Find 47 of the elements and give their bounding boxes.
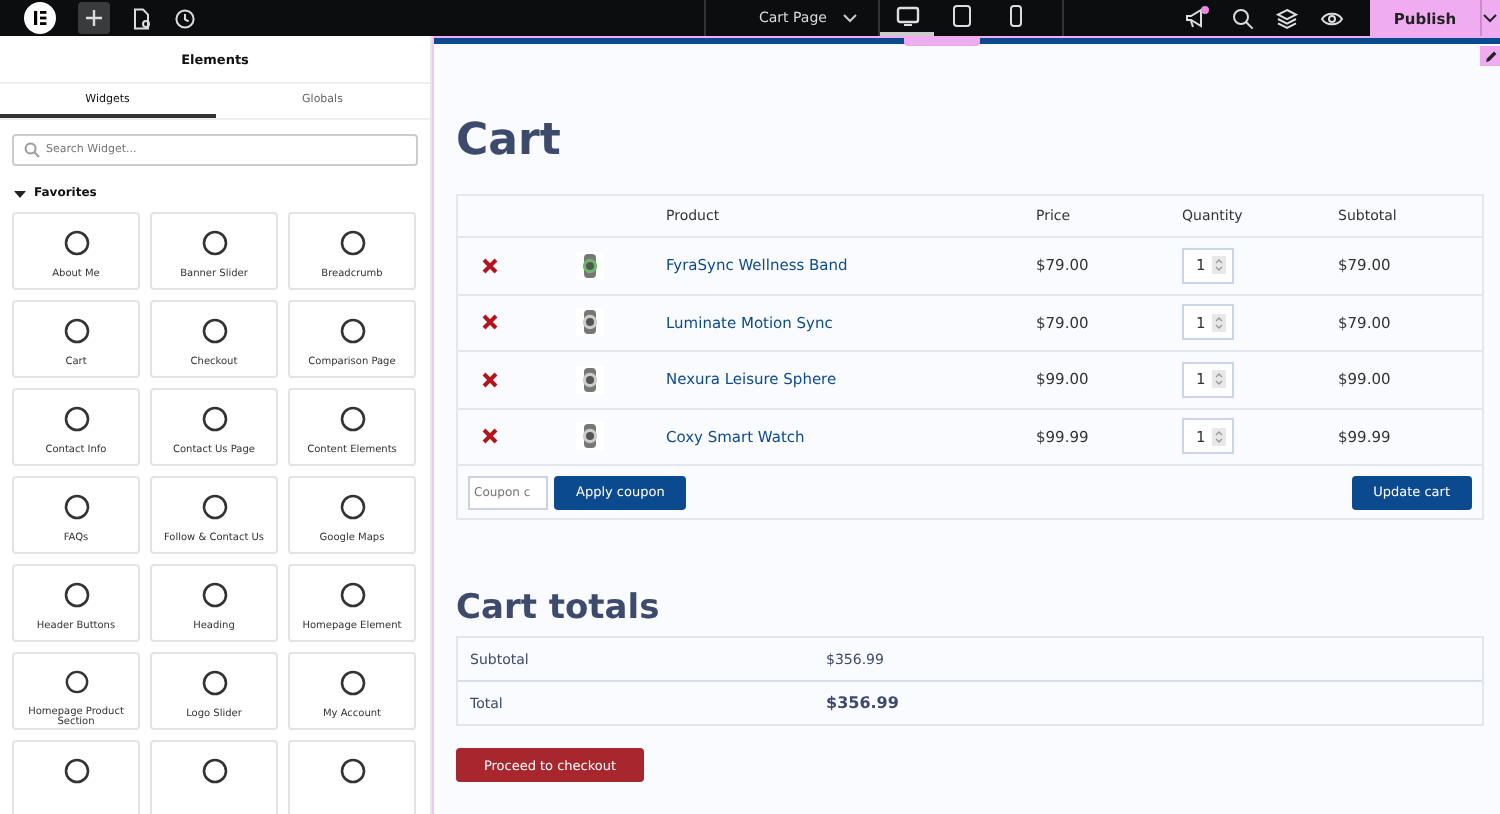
circle-icon	[201, 318, 227, 344]
search-icon[interactable]	[1231, 7, 1254, 29]
chevron-icon	[1482, 12, 1499, 24]
edit-pencil-icon[interactable]	[1480, 46, 1500, 66]
remove-icon[interactable]	[481, 314, 497, 331]
remove-icon[interactable]	[481, 428, 497, 445]
history-icon[interactable]	[174, 7, 196, 29]
circle-icon	[201, 230, 227, 256]
circle-icon	[339, 318, 365, 344]
layers-icon[interactable]	[1275, 7, 1298, 29]
circle-icon	[201, 670, 227, 696]
circle-icon	[339, 230, 365, 256]
circle-icon	[63, 494, 89, 520]
circle-icon	[339, 582, 365, 608]
spinner-icon[interactable]	[1211, 313, 1226, 332]
circle-icon	[63, 758, 89, 784]
circle-icon	[201, 406, 227, 432]
search-icon	[24, 142, 40, 158]
spinner-icon[interactable]	[1211, 370, 1226, 389]
spinner-icon[interactable]	[1211, 256, 1226, 275]
circle-icon	[63, 406, 89, 432]
logo-icon[interactable]	[24, 2, 56, 34]
megaphone-icon[interactable]	[1183, 6, 1210, 30]
circle-icon	[201, 494, 227, 520]
publish-options-button[interactable]	[1479, 0, 1500, 36]
page-title: Cart	[456, 120, 561, 164]
circle-icon	[63, 670, 89, 694]
circle-icon	[339, 494, 365, 520]
circle-icon	[339, 406, 365, 432]
circle-icon	[201, 758, 227, 784]
section-handle[interactable]	[904, 38, 980, 46]
page-settings-icon[interactable]	[132, 7, 152, 29]
circle-icon	[63, 230, 89, 256]
totals-value: $356.99	[826, 694, 899, 712]
circle-icon	[63, 582, 89, 608]
preview-eye-icon[interactable]	[1319, 9, 1344, 27]
spinner-icon[interactable]	[1211, 427, 1226, 446]
circle-icon	[339, 758, 365, 784]
remove-icon[interactable]	[481, 257, 497, 274]
circle-icon	[201, 582, 227, 608]
cart-totals-title: Cart totals	[456, 592, 660, 626]
chevron-icon	[842, 12, 859, 24]
circle-icon	[339, 670, 365, 696]
caret-icon	[14, 187, 26, 199]
circle-icon	[63, 318, 89, 344]
add-icon[interactable]	[78, 2, 110, 34]
remove-icon[interactable]	[481, 371, 497, 388]
